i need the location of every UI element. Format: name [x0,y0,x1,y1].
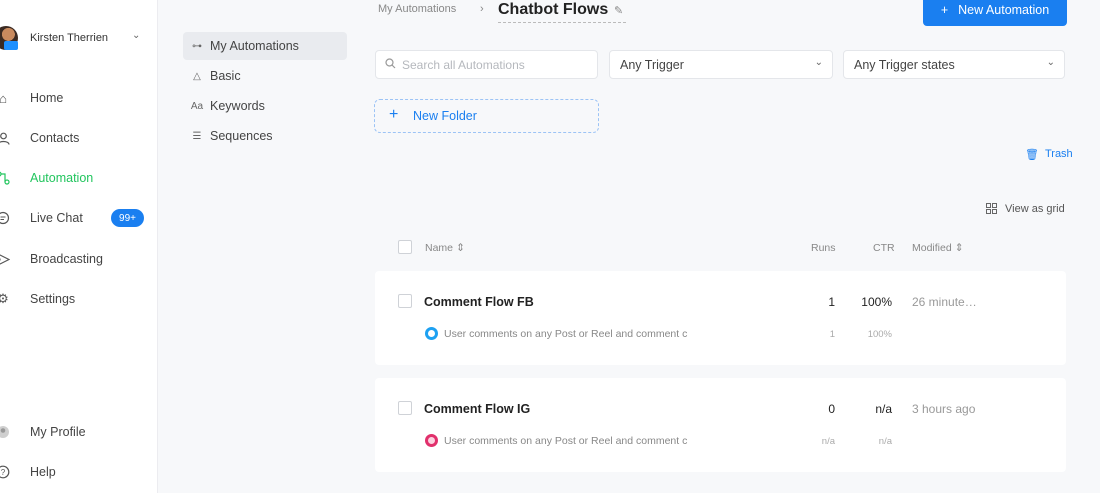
chevron-down-icon[interactable]: ⌄ [132,30,140,41]
nav-label: Home [30,91,64,105]
column-header-modified[interactable]: Modified ⇕ [912,242,963,254]
trash-icon: 🗑 [1025,149,1039,161]
trigger-filter-select[interactable]: Any Trigger ⌄ [609,50,833,79]
nav-label: Settings [30,292,76,306]
nav-label: Automation [30,171,94,185]
view-as-grid-toggle[interactable]: View as grid [986,203,1065,217]
nav-label: Live Chat [30,211,83,225]
search-box[interactable] [375,50,598,79]
sort-icon: ⇕ [455,242,465,254]
subnav-label: Basic [210,69,241,83]
runs-value: 0 [828,402,835,416]
help-icon: ? [0,465,10,479]
page-title[interactable]: Chatbot Flows [498,1,608,19]
nav-label: My Profile [30,425,86,439]
grid-icon [986,203,997,217]
search-icon [385,58,396,72]
instagram-icon [425,434,438,447]
automation-icon [0,171,10,185]
chat-icon [0,211,10,225]
nav-label: Broadcasting [30,252,103,266]
profile-icon [0,425,10,439]
new-automation-label: New Automation [958,3,1050,17]
breadcrumb-separator: › [480,3,484,15]
new-automation-button[interactable]: + New Automation [923,0,1067,26]
title-underline [498,22,626,23]
nav-label: Help [30,465,56,479]
table-row[interactable]: Comment Flow IG 0 n/a 3 hours ago User c… [375,378,1066,472]
avatar-badge-icon [4,41,18,50]
triangle-icon: △ [193,70,201,82]
trigger-filter-value: Any Trigger [620,58,684,72]
keywords-icon: Aa [190,100,204,112]
column-header-name[interactable]: Name ⇕ [425,242,465,254]
ctr-value: n/a [875,402,892,416]
nav-item-my-profile[interactable]: My Profile [0,419,158,445]
subnav-item-my-automations[interactable]: ⊶ My Automations [183,32,347,60]
flow-name[interactable]: Comment Flow IG [424,402,530,416]
nav-label: Contacts [30,131,80,145]
nav-item-automation[interactable]: Automation [0,165,158,191]
gear-icon: ⚙ [0,291,9,306]
chevron-down-icon: ⌄ [1046,57,1055,68]
ctr-value: 100% [861,295,892,309]
subnav-item-sequences[interactable]: ☰ Sequences [183,122,347,150]
breadcrumb-parent[interactable]: My Automations [378,3,456,15]
nav-item-live-chat[interactable]: Live Chat 99+ [0,205,158,231]
trash-link[interactable]: 🗑 Trash [1025,148,1073,161]
subnav-item-basic[interactable]: △ Basic [183,62,347,90]
flow-name[interactable]: Comment Flow FB [424,295,534,309]
send-icon [0,252,10,266]
user-name: Kirsten Therrien [30,32,109,44]
trigger-ctr-value: 100% [867,329,892,340]
table-row[interactable]: Comment Flow FB 1 100% 26 minute… User c… [375,271,1066,365]
sidebar: Kirsten Therrien ⌄ ⌂ Home Contacts Autom… [0,0,158,493]
home-icon: ⌂ [0,90,7,106]
modified-value: 26 minute… [912,295,977,309]
trash-label: Trash [1044,148,1073,160]
flows-icon: ⊶ [192,40,202,52]
sort-icon: ⇕ [954,242,964,254]
trigger-state-filter-value: Any Trigger states [854,58,955,72]
nav-item-home[interactable]: ⌂ Home [0,85,158,111]
plus-icon: + [940,3,949,17]
trigger-runs-value: 1 [829,329,835,340]
modified-value: 3 hours ago [912,402,976,416]
user-menu[interactable]: Kirsten Therrien ⌄ [0,22,158,56]
runs-value: 1 [828,295,835,309]
row-checkbox[interactable] [398,294,412,308]
search-input[interactable] [402,56,592,74]
subnav-label: Sequences [210,129,273,143]
column-header-ctr[interactable]: CTR [873,242,895,254]
subnav-label: Keywords [210,99,265,113]
automation-subnav: ⊶ My Automations △ Basic Aa Keywords ☰ S… [158,0,358,493]
nav-item-help[interactable]: ? Help [0,459,158,485]
messenger-icon [425,327,438,340]
column-header-runs[interactable]: Runs [811,242,836,254]
trigger-ctr-value: n/a [878,436,892,447]
header-modified-label: Modified [912,242,952,254]
subnav-label: My Automations [210,39,299,53]
new-folder-button[interactable]: + New Folder [374,99,599,133]
header-name-label: Name [425,242,454,254]
new-folder-label: New Folder [413,109,477,123]
nav-item-broadcasting[interactable]: Broadcasting [0,246,158,272]
chevron-down-icon: ⌄ [814,57,823,68]
subnav-item-keywords[interactable]: Aa Keywords [183,92,347,120]
plus-icon: + [389,106,399,123]
unread-badge: 99+ [111,209,144,227]
trigger-state-filter-select[interactable]: Any Trigger states ⌄ [843,50,1065,79]
nav-item-contacts[interactable]: Contacts [0,125,158,151]
view-grid-label: View as grid [1005,203,1065,215]
row-checkbox[interactable] [398,401,412,415]
trigger-description: User comments on any Post or Reel and co… [444,328,688,340]
edit-pencil-icon[interactable]: ✎ [614,4,623,17]
select-all-checkbox[interactable] [398,240,412,254]
trigger-description: User comments on any Post or Reel and co… [444,435,688,447]
user-icon [0,131,10,145]
trigger-runs-value: n/a [821,436,835,447]
nav-item-settings[interactable]: ⚙ Settings [0,286,158,312]
sequences-icon: ☰ [192,130,202,142]
svg-text:?: ? [1,468,6,477]
